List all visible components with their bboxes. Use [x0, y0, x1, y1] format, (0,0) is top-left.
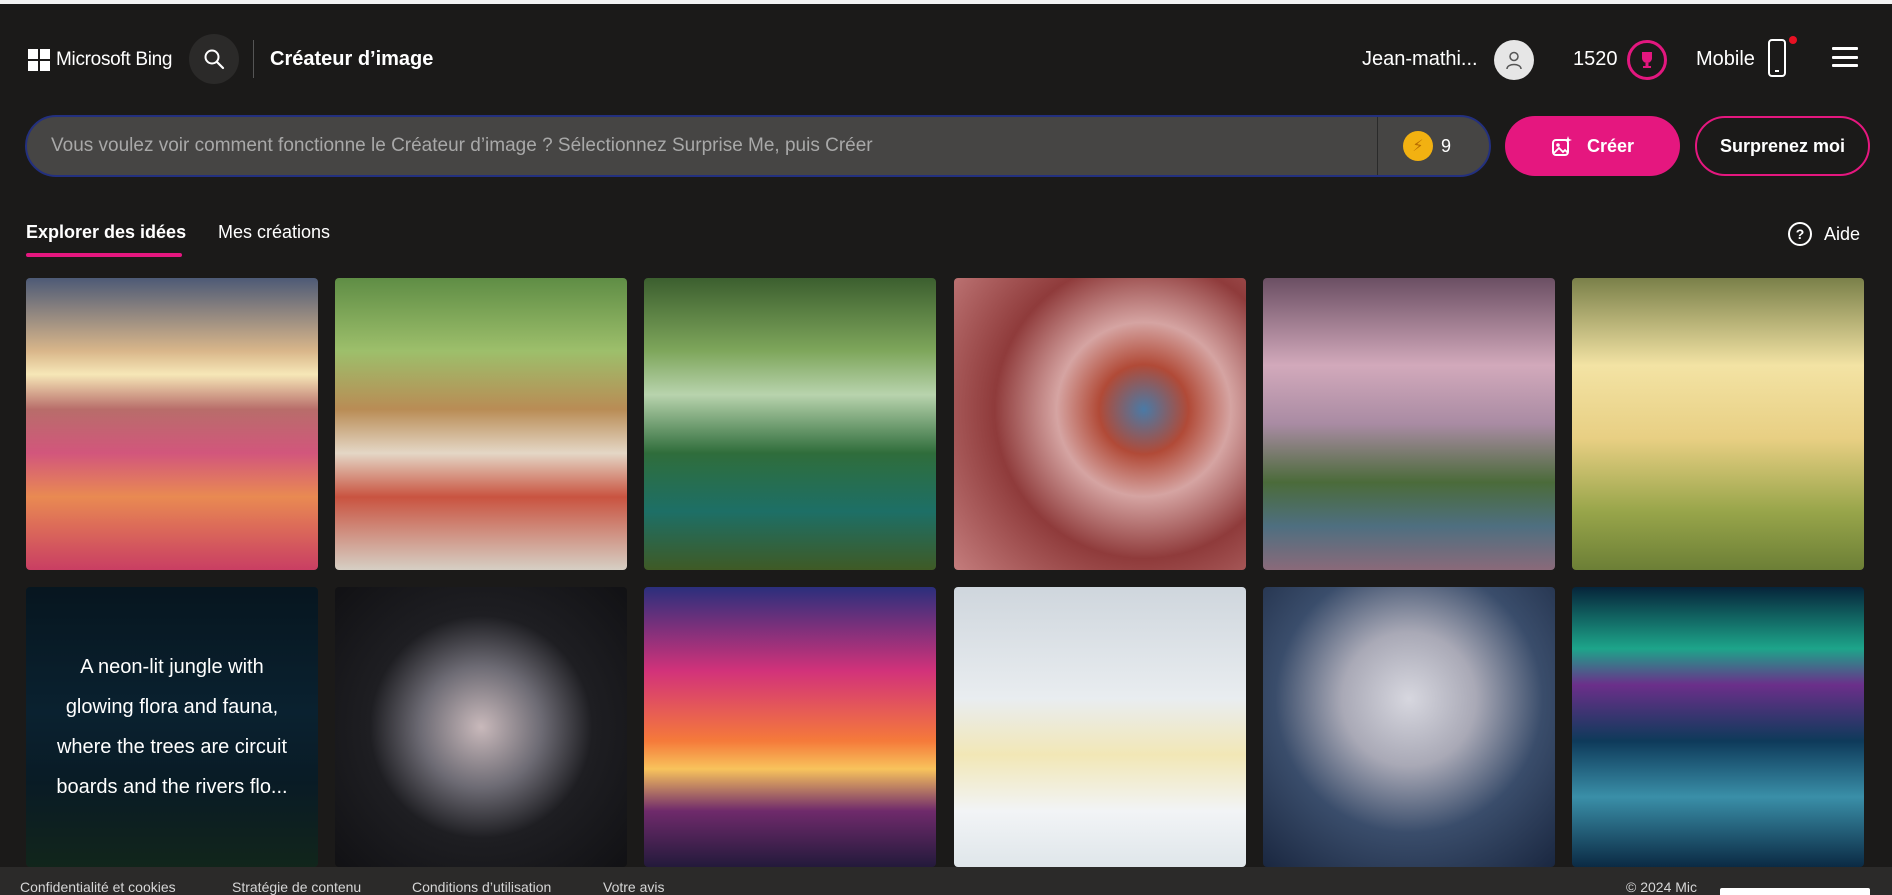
rewards-button[interactable]: [1627, 40, 1667, 80]
tile-hover-caption: A neon-lit jungle with glowing flora and…: [26, 587, 318, 867]
footer-widget[interactable]: [1720, 888, 1870, 895]
page-title[interactable]: Créateur d’image: [270, 48, 433, 71]
gallery-tile-park-kite-children[interactable]: [1572, 278, 1864, 570]
footer-copyright: © 2024 Mic: [1626, 879, 1698, 895]
phone-icon[interactable]: [1767, 38, 1787, 78]
prompt-box: ⚡ 9: [25, 115, 1491, 177]
gallery-tile-crescent-moon-flowers[interactable]: [335, 587, 627, 867]
footer-link-content-policy[interactable]: Stratégie de contenu: [232, 879, 361, 895]
person-icon: [1506, 51, 1522, 70]
boost-coin-icon[interactable]: ⚡: [1403, 131, 1433, 161]
tab-my-creations[interactable]: Mes créations: [218, 222, 330, 243]
tile-caption-text: A neon-lit jungle with glowing flora and…: [56, 656, 288, 798]
notification-dot: [1789, 36, 1797, 44]
surprise-button[interactable]: Surprenez moi: [1695, 116, 1870, 176]
trophy-icon: [1642, 52, 1652, 68]
search-icon: [204, 49, 225, 70]
image-sparkle-icon: [1551, 136, 1572, 156]
tab-explore[interactable]: Explorer des idées: [26, 222, 186, 243]
mobile-label[interactable]: Mobile: [1696, 48, 1755, 71]
gallery-tile-aurora-river[interactable]: [1572, 587, 1864, 867]
help-label: Aide: [1824, 223, 1861, 244]
search-button[interactable]: [189, 34, 239, 84]
create-label: Créer: [1586, 135, 1635, 156]
active-tab-indicator: [26, 253, 182, 257]
prompt-input[interactable]: [51, 117, 1381, 175]
gallery-tile-jungle-waterfall-rainbow[interactable]: [644, 278, 936, 570]
question-icon: ?: [1788, 222, 1812, 246]
user-name[interactable]: Jean-mathi...: [1362, 48, 1478, 71]
footer-link-feedback[interactable]: Votre avis: [603, 879, 664, 895]
gallery-tile-neon-jungle[interactable]: A neon-lit jungle with glowing flora and…: [26, 587, 318, 867]
boost-count: 9: [1441, 136, 1452, 156]
gallery-tile-cowboy-sunset-silhouette[interactable]: [644, 587, 936, 867]
rewards-points[interactable]: 1520: [1573, 48, 1618, 71]
gallery-tile-polar-bears-lemonade[interactable]: [954, 587, 1246, 867]
create-button[interactable]: Créer: [1505, 116, 1680, 176]
prompt-separator: [1377, 117, 1378, 175]
footer-link-terms[interactable]: Conditions d’utilisation: [412, 879, 551, 895]
gallery-tile-cherry-blossom-river[interactable]: [1263, 278, 1555, 570]
header-divider: [253, 40, 254, 78]
bing-logo[interactable]: Microsoft Bing: [28, 49, 172, 71]
footer: Confidentialité et cookies Stratégie de …: [0, 867, 1892, 895]
gallery-tile-silver-flower-bouquet[interactable]: [1263, 587, 1555, 867]
help-link[interactable]: ? Aide: [1788, 222, 1860, 246]
brand-name: Microsoft Bing: [56, 49, 173, 70]
gallery-tile-picnic-basket-flowers[interactable]: [335, 278, 627, 570]
footer-link-privacy[interactable]: Confidentialité et cookies: [20, 879, 176, 895]
avatar[interactable]: [1494, 40, 1534, 80]
gallery-tile-tulip-field-sunset[interactable]: [26, 278, 318, 570]
hamburger-icon[interactable]: [1832, 47, 1858, 67]
windows-logo-icon: [28, 49, 50, 71]
gallery-tile-butterfly-cherry-blossoms[interactable]: [954, 278, 1246, 570]
